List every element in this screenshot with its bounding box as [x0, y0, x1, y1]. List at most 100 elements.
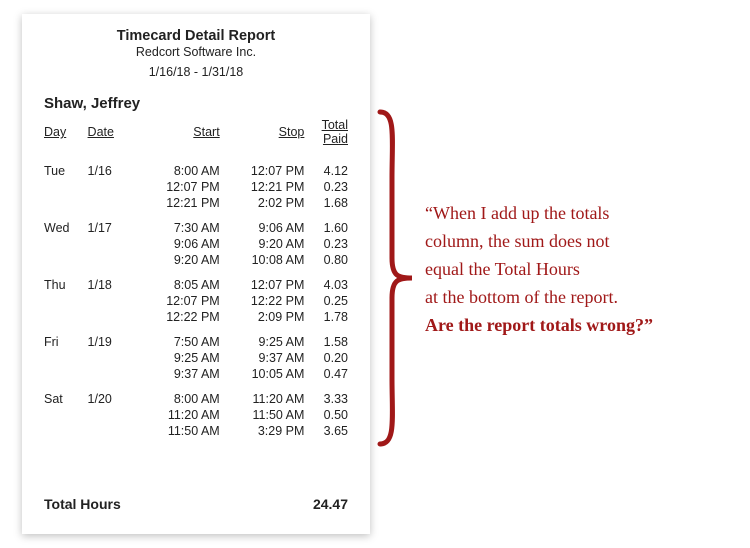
cell-day: Thu [44, 268, 88, 293]
col-total-paid: Total Paid [304, 118, 348, 154]
cell-start: 9:37 AM [135, 366, 220, 382]
employee-name: Shaw, Jeffrey [44, 95, 348, 112]
cell-total: 1.58 [304, 325, 348, 350]
table-row: 12:07 PM12:21 PM0.23 [44, 179, 348, 195]
table-row: Thu1/188:05 AM12:07 PM4.03 [44, 268, 348, 293]
cell-start: 7:30 AM [135, 211, 220, 236]
table-row: 9:37 AM10:05 AM0.47 [44, 366, 348, 382]
annotation-line: at the bottom of the report. [425, 284, 735, 312]
report-header: Timecard Detail Report Redcort Software … [44, 28, 348, 79]
cell-date: 1/19 [88, 325, 135, 350]
cell-day [44, 179, 88, 195]
cell-date [88, 195, 135, 211]
report-date-range: 1/16/18 - 1/31/18 [44, 65, 348, 79]
cell-total: 1.78 [304, 309, 348, 325]
annotation-text: “When I add up the totals column, the su… [425, 200, 735, 339]
cell-date [88, 236, 135, 252]
cell-start: 12:22 PM [135, 309, 220, 325]
cell-start: 12:07 PM [135, 293, 220, 309]
cell-stop: 9:25 AM [220, 325, 305, 350]
table-row: Sat1/208:00 AM11:20 AM3.33 [44, 382, 348, 407]
annotation-line: equal the Total Hours [425, 256, 735, 284]
cell-date: 1/16 [88, 154, 135, 179]
report-title: Timecard Detail Report [44, 28, 348, 44]
cell-date: 1/18 [88, 268, 135, 293]
cell-stop: 9:37 AM [220, 350, 305, 366]
timecard-table: Day Date Start Stop Total Paid Tue1/168:… [44, 118, 348, 439]
cell-stop: 12:07 PM [220, 268, 305, 293]
cell-date [88, 366, 135, 382]
cell-start: 7:50 AM [135, 325, 220, 350]
cell-date [88, 407, 135, 423]
table-row: Tue1/168:00 AM12:07 PM4.12 [44, 154, 348, 179]
cell-total: 4.03 [304, 268, 348, 293]
cell-day [44, 309, 88, 325]
cell-start: 8:00 AM [135, 382, 220, 407]
cell-total: 0.25 [304, 293, 348, 309]
cell-date: 1/20 [88, 382, 135, 407]
table-row: Wed1/177:30 AM9:06 AM1.60 [44, 211, 348, 236]
cell-day: Fri [44, 325, 88, 350]
cell-start: 8:00 AM [135, 154, 220, 179]
cell-date [88, 179, 135, 195]
cell-start: 11:50 AM [135, 423, 220, 439]
cell-date [88, 350, 135, 366]
cell-day [44, 293, 88, 309]
cell-day [44, 252, 88, 268]
cell-day: Wed [44, 211, 88, 236]
cell-start: 9:06 AM [135, 236, 220, 252]
cell-total: 0.47 [304, 366, 348, 382]
cell-total: 0.23 [304, 179, 348, 195]
cell-date [88, 309, 135, 325]
cell-day [44, 366, 88, 382]
cell-day [44, 236, 88, 252]
cell-start: 11:20 AM [135, 407, 220, 423]
cell-stop: 12:07 PM [220, 154, 305, 179]
total-hours-label: Total Hours [44, 496, 121, 512]
col-stop: Stop [220, 118, 305, 154]
cell-start: 12:21 PM [135, 195, 220, 211]
cell-stop: 10:08 AM [220, 252, 305, 268]
cell-day [44, 350, 88, 366]
col-date: Date [88, 118, 135, 154]
cell-total: 0.50 [304, 407, 348, 423]
cell-total: 3.33 [304, 382, 348, 407]
cell-stop: 2:09 PM [220, 309, 305, 325]
cell-day [44, 195, 88, 211]
curly-brace-icon [374, 108, 416, 448]
table-row: Fri1/197:50 AM9:25 AM1.58 [44, 325, 348, 350]
table-row: 12:21 PM2:02 PM1.68 [44, 195, 348, 211]
cell-stop: 12:21 PM [220, 179, 305, 195]
annotation-line: “When I add up the totals [425, 200, 735, 228]
cell-total: 1.68 [304, 195, 348, 211]
cell-total: 4.12 [304, 154, 348, 179]
cell-day [44, 423, 88, 439]
cell-stop: 10:05 AM [220, 366, 305, 382]
cell-date [88, 423, 135, 439]
cell-start: 8:05 AM [135, 268, 220, 293]
cell-stop: 9:20 AM [220, 236, 305, 252]
total-hours-row: Total Hours 24.47 [44, 496, 348, 512]
report-company: Redcort Software Inc. [44, 45, 348, 59]
cell-stop: 12:22 PM [220, 293, 305, 309]
table-row: 11:20 AM11:50 AM0.50 [44, 407, 348, 423]
col-start: Start [135, 118, 220, 154]
cell-day: Tue [44, 154, 88, 179]
timecard-report: Timecard Detail Report Redcort Software … [22, 14, 370, 534]
cell-date [88, 252, 135, 268]
annotation-line-bold: Are the report totals wrong?” [425, 312, 735, 340]
cell-stop: 11:20 AM [220, 382, 305, 407]
cell-date [88, 293, 135, 309]
table-row: 9:25 AM9:37 AM0.20 [44, 350, 348, 366]
cell-day: Sat [44, 382, 88, 407]
cell-total: 0.80 [304, 252, 348, 268]
cell-stop: 2:02 PM [220, 195, 305, 211]
cell-total: 1.60 [304, 211, 348, 236]
cell-start: 9:20 AM [135, 252, 220, 268]
table-header-row: Day Date Start Stop Total Paid [44, 118, 348, 154]
cell-date: 1/17 [88, 211, 135, 236]
table-row: 12:22 PM2:09 PM1.78 [44, 309, 348, 325]
cell-start: 12:07 PM [135, 179, 220, 195]
cell-start: 9:25 AM [135, 350, 220, 366]
table-body: Tue1/168:00 AM12:07 PM4.1212:07 PM12:21 … [44, 154, 348, 439]
